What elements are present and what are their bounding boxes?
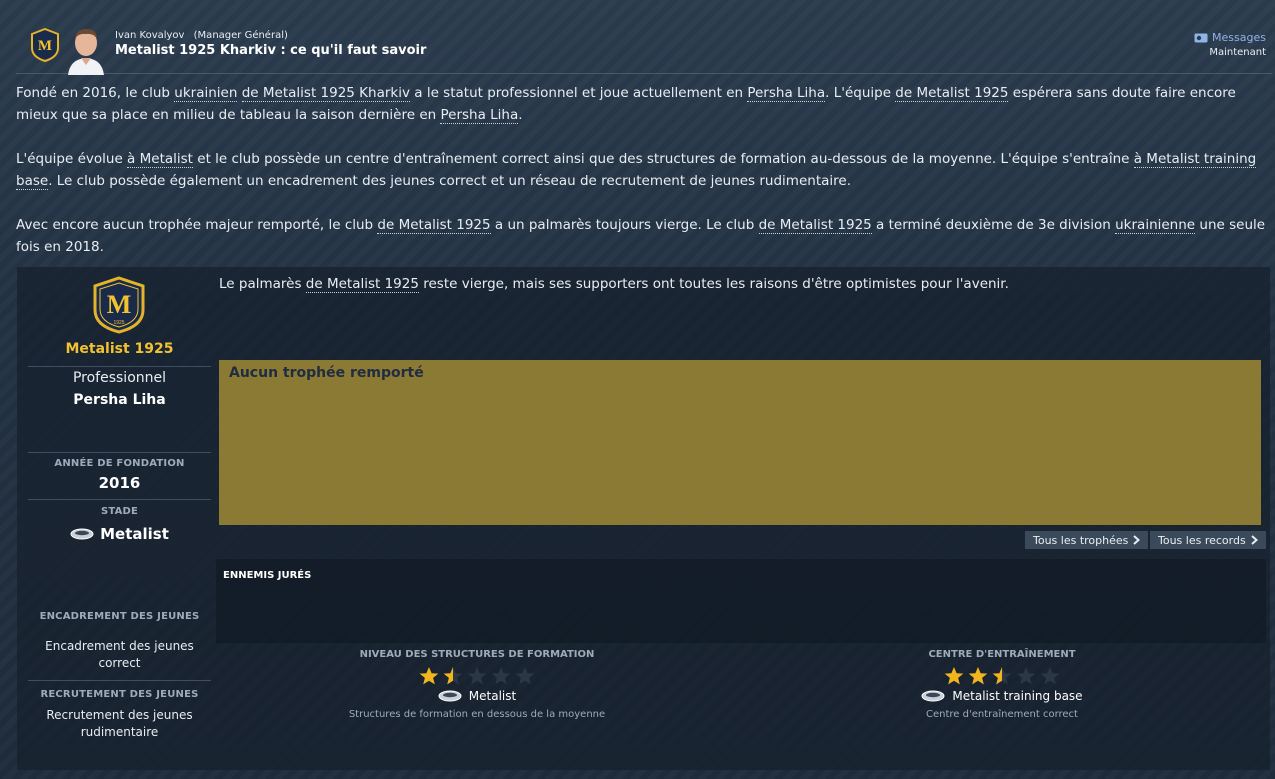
star-icon: [1016, 667, 1036, 685]
divider: [28, 452, 211, 453]
youth-facility-name: Metalist: [468, 689, 517, 703]
trophy-cabinet: Aucun trophée remporté: [219, 360, 1261, 525]
founded-value: 2016: [98, 474, 141, 492]
club-link[interactable]: de Metalist 1925: [758, 217, 872, 234]
club-link[interactable]: de Metalist 1925 Kharkiv: [241, 85, 410, 102]
club-badge-icon[interactable]: M 1925: [92, 276, 146, 334]
club-name[interactable]: Metalist 1925: [28, 341, 211, 357]
text: a le statut professionnel et joue actuel…: [409, 85, 748, 101]
star-icon: [515, 667, 535, 685]
rivals-section: ENNEMIS JURÉS: [216, 559, 1266, 643]
text: . Le club possède également un encadreme…: [48, 173, 851, 189]
messages-link[interactable]: Messages: [1194, 31, 1266, 44]
competition-link[interactable]: Persha Liha: [747, 85, 826, 102]
sender-line: Ivan Kovalyov (Manager Général): [115, 30, 288, 41]
star-icon: [1040, 667, 1060, 685]
nation-link[interactable]: ukrainien: [174, 85, 238, 102]
envelope-icon: [1194, 33, 1208, 42]
youth-facility-name-row[interactable]: Metalist: [312, 689, 642, 703]
youth-coaching-label: ENCADREMENT DES JEUNES: [39, 611, 200, 622]
text: Avec encore aucun trophée majeur remport…: [16, 217, 378, 233]
message-header: M Ivan Kovalyov (Manager Général) Metali…: [16, 18, 1272, 75]
star-icon: [491, 667, 511, 685]
intro-paragraph-1: Fondé en 2016, le club ukrainien de Meta…: [16, 82, 1266, 126]
intro-paragraph-2: L'équipe évolue à Metalist et le club po…: [16, 148, 1266, 192]
nation-link[interactable]: ukrainienne: [1115, 217, 1196, 234]
text: L'équipe évolue: [16, 151, 128, 167]
svg-text:M: M: [38, 38, 52, 54]
star-icon: [992, 667, 1012, 685]
intro-paragraph-3: Avec encore aucun trophée majeur remport…: [16, 214, 1266, 258]
founded-label: ANNÉE DE FONDATION: [54, 458, 185, 469]
palmares-text: Le palmarès de Metalist 1925 reste vierg…: [219, 276, 1009, 293]
club-link[interactable]: de Metalist 1925: [895, 85, 1009, 102]
sender-name[interactable]: Ivan Kovalyov: [115, 30, 184, 41]
club-link[interactable]: de Metalist 1925: [377, 217, 491, 234]
stadium-icon: [70, 528, 94, 540]
competition-link[interactable]: Persha Liha: [440, 107, 519, 124]
training-facilities-desc: Centre d'entraînement correct: [926, 709, 1078, 720]
text: . L'équipe: [825, 85, 896, 101]
chevron-right-icon: [1251, 535, 1258, 545]
star-icon: [443, 667, 463, 685]
sender-role: (Manager Général): [193, 30, 288, 41]
text: reste vierge, mais ses supporters ont to…: [418, 276, 1009, 292]
text: a un palmarès toujours vierge. Le club: [490, 217, 759, 233]
text: .: [518, 107, 523, 123]
text: et le club possède un centre d'entraînem…: [192, 151, 1134, 167]
messages-label: Messages: [1212, 31, 1266, 44]
youth-facilities: NIVEAU DES STRUCTURES DE FORMATION Metal…: [312, 649, 642, 720]
manager-avatar[interactable]: [64, 23, 108, 75]
message-subject: Metalist 1925 Kharkiv : ce qu'il faut sa…: [115, 43, 427, 58]
divider: [28, 366, 211, 367]
star-icon: [467, 667, 487, 685]
club-status: Professionnel: [72, 370, 167, 386]
training-facilities: CENTRE D'ENTRAÎNEMENT Metalist training …: [837, 649, 1167, 720]
text: a terminé deuxième de 3e division: [871, 217, 1116, 233]
rivals-label: ENNEMIS JURÉS: [223, 570, 312, 581]
divider: [28, 499, 211, 500]
message-time: Maintenant: [1209, 47, 1266, 58]
club-info-panel: M 1925 Metalist 1925 Professionnel Persh…: [17, 267, 1270, 770]
svg-text:1925: 1925: [113, 320, 124, 326]
training-facility-name: Metalist training base: [952, 689, 1083, 703]
youth-coaching-value: Encadrement des jeunes correct: [45, 639, 194, 670]
youth-facilities-rating: [312, 666, 642, 686]
club-league[interactable]: Persha Liha: [28, 392, 211, 408]
youth-recruit-label: RECRUTEMENT DES JEUNES: [40, 689, 199, 700]
chevron-right-icon: [1133, 535, 1141, 545]
youth-facilities-desc: Structures de formation en dessous de la…: [348, 709, 606, 720]
club-link[interactable]: de Metalist 1925: [305, 276, 419, 293]
stadium-icon: [438, 690, 462, 702]
stadium-row[interactable]: Metalist: [28, 525, 211, 543]
club-badge-icon: M: [31, 28, 59, 62]
stadium-label: STADE: [100, 506, 139, 517]
stadium-name: Metalist: [100, 525, 169, 543]
svg-text:M: M: [107, 290, 132, 319]
all-records-button[interactable]: Tous les records: [1150, 531, 1266, 549]
training-facility-name-row[interactable]: Metalist training base: [837, 689, 1167, 703]
youth-recruit-value: Recrutement des jeunes rudimentaire: [46, 708, 193, 739]
all-records-label: Tous les records: [1158, 533, 1246, 547]
training-facilities-label: CENTRE D'ENTRAÎNEMENT: [928, 649, 1076, 660]
all-trophies-label: Tous les trophées: [1033, 533, 1129, 547]
stadium-icon: [921, 690, 945, 702]
no-trophy-label: Aucun trophée remporté: [229, 365, 424, 381]
star-icon: [419, 667, 439, 685]
stadium-link[interactable]: à Metalist: [127, 151, 193, 168]
all-trophies-button[interactable]: Tous les trophées: [1025, 531, 1149, 549]
text: Fondé en 2016, le club: [16, 85, 175, 101]
training-facilities-rating: [837, 666, 1167, 686]
divider: [28, 680, 211, 681]
youth-facilities-label: NIVEAU DES STRUCTURES DE FORMATION: [359, 649, 595, 660]
star-icon: [944, 667, 964, 685]
text: Le palmarès: [219, 276, 306, 292]
star-icon: [968, 667, 988, 685]
